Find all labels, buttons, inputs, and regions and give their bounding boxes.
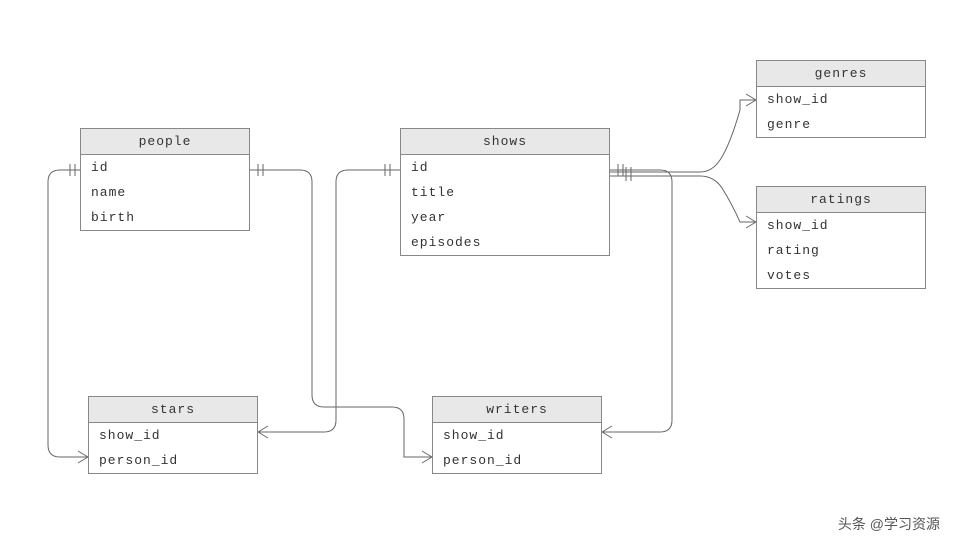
entity-people: people id name birth [80,128,250,231]
entity-ratings-title: ratings [757,187,925,213]
entity-writers: writers show_id person_id [432,396,602,474]
entity-stars: stars show_id person_id [88,396,258,474]
entity-people-title: people [81,129,249,155]
entity-ratings: ratings show_id rating votes [756,186,926,289]
entity-people-field-id: id [81,155,249,180]
entity-stars-field-personid: person_id [89,448,257,473]
entity-genres-field-showid: show_id [757,87,925,112]
entity-shows-field-episodes: episodes [401,230,609,255]
entity-writers-field-personid: person_id [433,448,601,473]
entity-ratings-field-votes: votes [757,263,925,288]
entity-genres-title: genres [757,61,925,87]
entity-writers-field-showid: show_id [433,423,601,448]
entity-shows: shows id title year episodes [400,128,610,256]
entity-people-field-name: name [81,180,249,205]
entity-stars-title: stars [89,397,257,423]
entity-genres-field-genre: genre [757,112,925,137]
entity-shows-title: shows [401,129,609,155]
entity-shows-field-year: year [401,205,609,230]
entity-genres: genres show_id genre [756,60,926,138]
entity-shows-field-id: id [401,155,609,180]
entity-ratings-field-rating: rating [757,238,925,263]
entity-shows-field-title: title [401,180,609,205]
watermark-text: 头条 @学习资源 [838,514,940,534]
entity-people-field-birth: birth [81,205,249,230]
entity-stars-field-showid: show_id [89,423,257,448]
entity-writers-title: writers [433,397,601,423]
entity-ratings-field-showid: show_id [757,213,925,238]
